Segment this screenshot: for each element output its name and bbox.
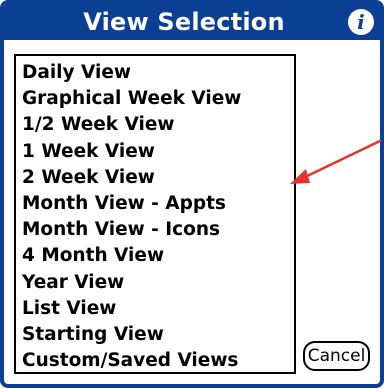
cancel-button[interactable]: Cancel	[303, 341, 370, 371]
list-item-starting-view[interactable]: Starting View	[22, 322, 294, 348]
list-item-month-view-icons[interactable]: Month View - Icons	[22, 217, 294, 243]
view-selection-dialog: View Selection i Daily View Graphical We…	[0, 0, 384, 388]
dialog-title-bar: View Selection i	[4, 4, 380, 40]
list-item-half-week-view[interactable]: 1/2 Week View	[22, 112, 294, 138]
list-item-daily-view[interactable]: Daily View	[22, 60, 294, 86]
list-item-2-week-view[interactable]: 2 Week View	[22, 165, 294, 191]
list-item-custom-saved-views[interactable]: Custom/Saved Views	[22, 348, 294, 374]
list-item-1-week-view[interactable]: 1 Week View	[22, 139, 294, 165]
list-item-4-month-view[interactable]: 4 Month View	[22, 243, 294, 269]
view-list: Daily View Graphical Week View 1/2 Week …	[14, 54, 296, 374]
list-item-graphical-week-view[interactable]: Graphical Week View	[22, 86, 294, 112]
list-item-month-view-appts[interactable]: Month View - Appts	[22, 191, 294, 217]
list-item-year-view[interactable]: Year View	[22, 270, 294, 296]
dialog-title: View Selection	[83, 8, 285, 36]
list-item-list-view[interactable]: List View	[22, 296, 294, 322]
info-icon[interactable]: i	[348, 9, 374, 35]
